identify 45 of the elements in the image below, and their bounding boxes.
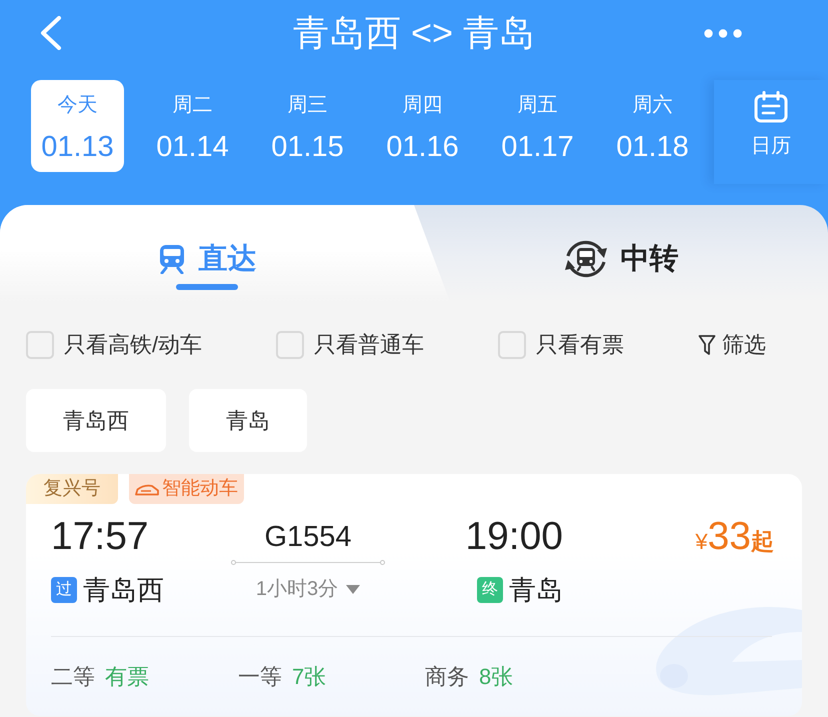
- station-badge: 过: [51, 577, 77, 603]
- funnel-icon: [698, 334, 716, 356]
- caret-icon: [346, 584, 360, 594]
- ticket-price: ¥33起: [695, 515, 774, 560]
- date-tab[interactable]: 今天 01.13: [31, 80, 124, 172]
- date-tab[interactable]: 周三 01.15: [261, 80, 354, 172]
- date-tab[interactable]: 周六 01.18: [606, 80, 699, 172]
- train-icon: [158, 244, 186, 274]
- seat-class: 一等: [238, 663, 282, 691]
- seat-availability: 有票: [105, 663, 149, 691]
- calendar-icon: [754, 91, 788, 123]
- tag-label: 智能动车: [162, 477, 238, 501]
- checkbox[interactable]: [26, 331, 54, 359]
- filter-option[interactable]: 只看有票: [498, 331, 624, 359]
- seat-availability: 7张: [292, 663, 326, 691]
- station-name: 青岛西: [83, 574, 164, 606]
- stops-toggle[interactable]: 1小时3分: [256, 575, 360, 603]
- more-button[interactable]: [704, 28, 742, 38]
- checkbox[interactable]: [276, 331, 304, 359]
- filter-option[interactable]: 只看普通车: [276, 331, 424, 359]
- tab-indicator: [176, 284, 238, 290]
- tag-label: 复兴号: [44, 477, 100, 501]
- departure-time: 17:57: [51, 515, 150, 559]
- filter-option[interactable]: 只看高铁/动车: [26, 331, 202, 359]
- calendar-button[interactable]: 日历: [714, 80, 828, 184]
- checkbox[interactable]: [498, 331, 526, 359]
- date-tab[interactable]: 周五 01.17: [491, 80, 584, 172]
- more-icon: [704, 28, 742, 38]
- filter-button[interactable]: 筛选: [698, 331, 766, 359]
- page-title: 青岛西 <> 青岛: [292, 11, 536, 55]
- arrival-time: 19:00: [465, 515, 563, 559]
- back-icon: [40, 16, 62, 50]
- station-badge: 终: [477, 577, 503, 603]
- station-name: 青岛: [509, 574, 563, 606]
- train-number: G1554: [264, 520, 352, 555]
- date-tab[interactable]: 周二 01.14: [146, 80, 239, 172]
- station-chip[interactable]: 青岛西: [26, 389, 166, 452]
- date-tab[interactable]: 周四 01.16: [376, 80, 469, 172]
- back-button[interactable]: [40, 16, 62, 50]
- seat-availability: 8张: [479, 663, 514, 691]
- seat-class: 商务: [425, 663, 469, 691]
- seat-class: 二等: [51, 663, 95, 691]
- station-chip[interactable]: 青岛: [189, 389, 307, 452]
- train-card[interactable]: 复兴号 智能动车 17:57 过 青岛西 G1554 1小时3分 19:00 终 青岛 ¥33起 二等 有票 一等 7张 商务 8张: [26, 474, 802, 716]
- bullet-train-icon: [135, 482, 159, 496]
